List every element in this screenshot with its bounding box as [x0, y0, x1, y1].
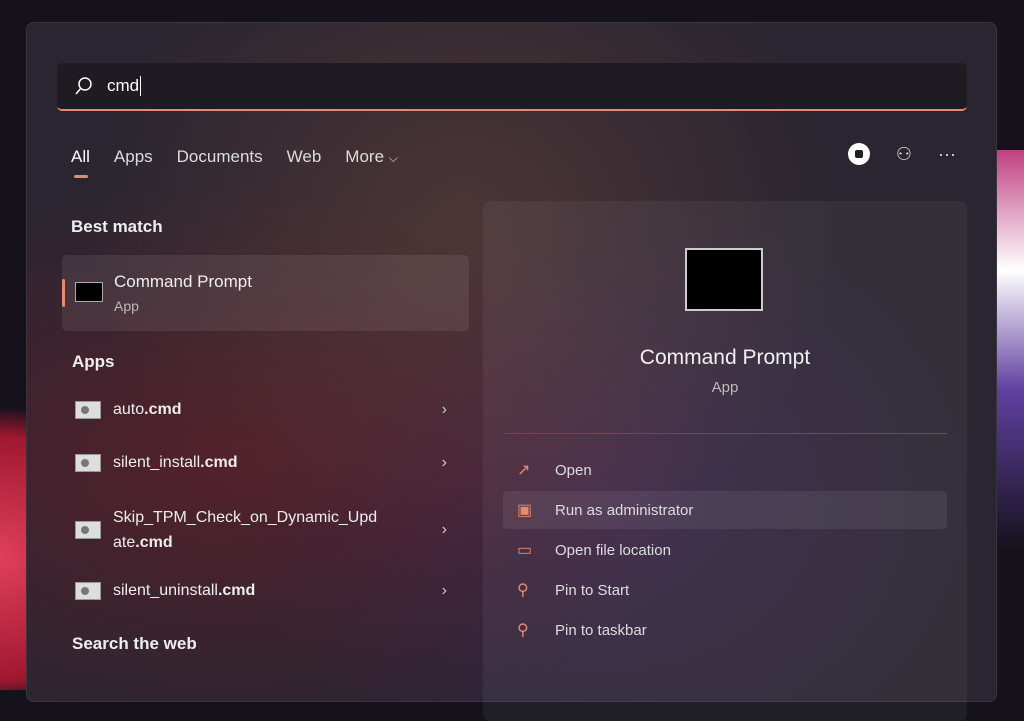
app-ext: .cmd — [217, 582, 256, 599]
tab-web[interactable]: Web — [287, 147, 322, 167]
app-ext: .cmd — [135, 534, 173, 551]
soccer-ball-icon[interactable] — [847, 143, 870, 165]
tab-documents[interactable]: Documents — [177, 147, 263, 167]
action-label: Run as administrator — [555, 501, 694, 519]
folder-icon: ▭ — [517, 542, 533, 559]
action-label: Open file location — [555, 541, 671, 559]
shield-window-icon: ▣ — [517, 502, 533, 519]
detail-type: App — [711, 379, 739, 396]
open-external-icon: ↗ — [517, 462, 531, 479]
tab-more-label: More — [345, 147, 385, 166]
text-cursor — [140, 76, 142, 96]
apps-heading: Apps — [72, 352, 115, 371]
chevron-down-icon: ⌵ — [388, 151, 398, 165]
app-item[interactable]: auto .cmd › — [75, 401, 447, 419]
detail-name: Command Prompt — [639, 346, 811, 369]
chat-people-icon[interactable]: ⚇ — [896, 144, 912, 165]
chevron-right-icon: › — [441, 401, 447, 418]
action-label: Pin to Start — [555, 581, 630, 599]
search-input[interactable]: cmd — [57, 63, 967, 111]
best-match-name: Command Prompt — [114, 272, 252, 291]
chevron-right-icon: › — [441, 582, 447, 599]
app-item[interactable]: silent_install .cmd › — [75, 454, 447, 472]
chevron-right-icon: › — [441, 454, 447, 471]
best-match-heading: Best match — [71, 217, 163, 236]
search-query: cmd — [107, 76, 140, 95]
tab-more[interactable]: More ⌵ — [345, 147, 398, 167]
app-ext: .cmd — [144, 401, 182, 418]
action-run-as-administrator[interactable]: ▣ Run as administrator — [503, 491, 947, 529]
app-name: silent_install — [113, 454, 201, 471]
script-file-icon — [75, 401, 101, 419]
chevron-right-icon: › — [441, 521, 447, 538]
detail-pane: Command Prompt App ↗ Open ▣ Run as adminis… — [483, 201, 967, 721]
tab-apps[interactable]: Apps — [114, 147, 153, 167]
more-options-icon[interactable]: ··· — [938, 144, 956, 165]
app-name: auto — [113, 401, 145, 418]
script-file-icon — [75, 582, 101, 600]
action-label: Open — [555, 461, 592, 479]
pin-icon: ⚲ — [517, 582, 529, 599]
action-pin-to-taskbar[interactable]: ⚲ Pin to taskbar — [503, 611, 947, 649]
best-match-command-prompt[interactable]: Command Prompt App — [62, 255, 469, 331]
app-name-cont: ate — [113, 534, 136, 551]
start-search-panel: cmd All Apps Documents Web More ⌵ ⚇ ··· … — [26, 22, 997, 721]
action-label: Pin to taskbar — [555, 621, 647, 639]
app-ext: .cmd — [200, 454, 238, 471]
command-prompt-large-icon — [685, 248, 763, 311]
search-web-heading: Search the web — [72, 634, 197, 653]
script-file-icon — [75, 521, 101, 539]
search-icon — [75, 77, 92, 95]
app-item[interactable]: silent_uninstall .cmd › — [75, 582, 447, 600]
app-item[interactable]: Skip_TPM_Check_on_Dynamic_Update.cmd › — [75, 505, 447, 555]
best-match-type: App — [114, 298, 139, 314]
command-prompt-icon — [75, 282, 103, 302]
action-open[interactable]: ↗ Open — [503, 451, 947, 489]
pin-icon: ⚲ — [517, 622, 529, 639]
script-file-icon — [75, 454, 101, 472]
app-name: Skip_TPM_Check_on_Dynamic_Upd — [113, 509, 378, 526]
app-name: silent_uninstall — [113, 582, 218, 599]
divider — [503, 433, 947, 434]
action-open-file-location[interactable]: ▭ Open file location — [503, 531, 947, 569]
action-pin-to-start[interactable]: ⚲ Pin to Start — [503, 571, 947, 609]
tab-all[interactable]: All — [71, 147, 90, 178]
